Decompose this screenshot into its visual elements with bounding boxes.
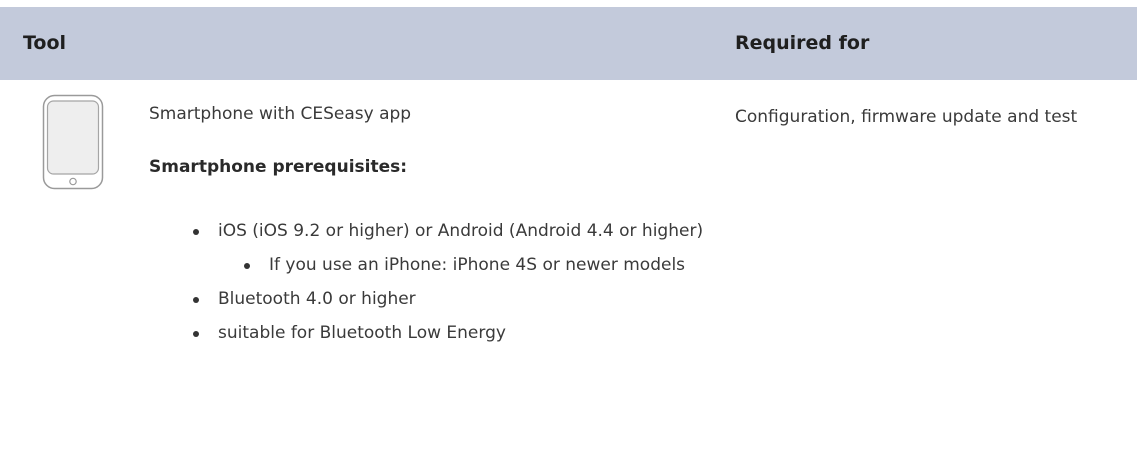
required-for-text: Configuration, firmware update and test <box>735 107 1078 127</box>
tools-table: Tool Required for Smartphone with CESeas… <box>0 7 1137 452</box>
smartphone-icon <box>42 94 104 190</box>
header-required-for: Required for <box>735 32 870 54</box>
list-item: suitable for Bluetooth Low Energy <box>190 316 750 350</box>
prerequisites-heading: Smartphone prerequisites: <box>149 157 408 177</box>
table-row: Smartphone with CESeasy app Smartphone p… <box>0 80 1137 452</box>
header-tool: Tool <box>23 32 67 54</box>
list-item: Bluetooth 4.0 or higher <box>190 282 750 316</box>
list-item: iOS (iOS 9.2 or higher) or Android (Andr… <box>190 214 748 248</box>
prerequisites-list: iOS (iOS 9.2 or higher) or Android (Andr… <box>190 214 750 350</box>
list-item: If you use an iPhone: iPhone 4S or newer… <box>241 248 699 282</box>
tool-name: Smartphone with CESeasy app <box>149 104 412 124</box>
table-header-row: Tool Required for <box>0 7 1137 80</box>
